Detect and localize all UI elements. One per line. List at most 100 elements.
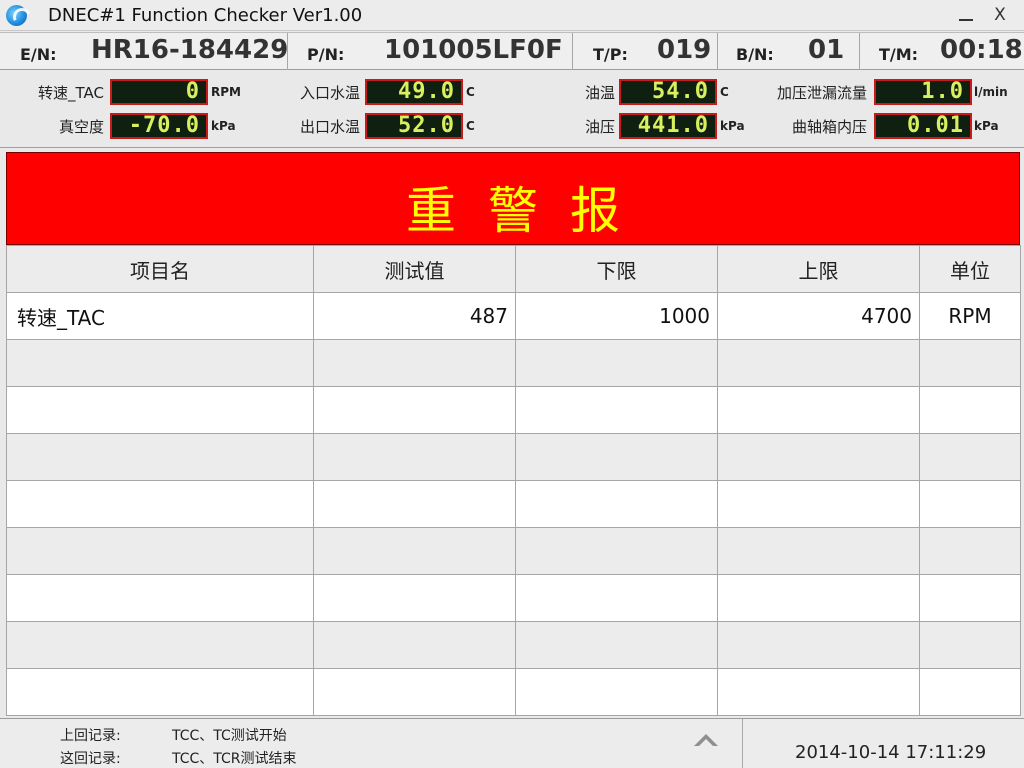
cell-item-name bbox=[6, 433, 314, 481]
alarm-banner: 重警报 bbox=[6, 152, 1020, 245]
col-header-test-value: 测试值 bbox=[313, 245, 516, 293]
sensor-unit: kPa bbox=[720, 119, 745, 133]
current-record-label: 这回记录: bbox=[60, 751, 121, 767]
table-row[interactable] bbox=[6, 621, 1021, 669]
sensor-label: 油温 bbox=[584, 84, 615, 102]
cell-item-name bbox=[6, 621, 314, 669]
cell-upper-limit bbox=[717, 480, 920, 528]
sensor-unit: RPM bbox=[211, 85, 241, 99]
sensor-oil-pressure: 油压 441.0 kPa bbox=[520, 113, 770, 139]
part-number-cell: P/N: 101005LF0F bbox=[288, 33, 573, 70]
cell-unit bbox=[919, 386, 1021, 434]
sensor-outlet-water-temp: 出口水温 52.0 C bbox=[270, 113, 520, 139]
test-point-value: 019 bbox=[657, 35, 712, 65]
header-info-bar: E/N: HR16-184429 P/N: 101005LF0F T/P: 01… bbox=[0, 32, 1024, 70]
cell-test-value bbox=[313, 574, 516, 622]
cell-lower-limit: 1000 bbox=[515, 292, 718, 340]
datetime-display: 2014-10-14 17:11:29 bbox=[795, 742, 987, 763]
sensor-vacuum: 真空度 -70.0 kPa bbox=[0, 113, 270, 139]
table-row[interactable]: 转速_TAC 487 1000 4700 RPM bbox=[6, 292, 1021, 340]
table-header-row: 项目名 测试值 下限 上限 单位 bbox=[6, 245, 1021, 293]
cell-lower-limit bbox=[515, 527, 718, 575]
cell-unit bbox=[919, 574, 1021, 622]
batch-number-value: 01 bbox=[808, 35, 845, 65]
table-row[interactable] bbox=[6, 433, 1021, 481]
cell-test-value bbox=[313, 339, 516, 387]
table-row[interactable] bbox=[6, 480, 1021, 528]
table-row[interactable] bbox=[6, 527, 1021, 575]
cell-item-name bbox=[6, 386, 314, 434]
cell-lower-limit bbox=[515, 339, 718, 387]
cell-unit bbox=[919, 621, 1021, 669]
cell-item-name bbox=[6, 574, 314, 622]
engine-number-cell: E/N: HR16-184429 bbox=[0, 33, 288, 70]
cell-unit: RPM bbox=[919, 292, 1021, 340]
engine-number-value: HR16-184429 bbox=[91, 35, 289, 65]
test-point-cell: T/P: 019 bbox=[573, 33, 718, 70]
sensor-label: 出口水温 bbox=[299, 118, 360, 136]
cell-lower-limit bbox=[515, 386, 718, 434]
part-number-label: P/N: bbox=[307, 45, 345, 64]
sensor-display: 441.0 bbox=[619, 113, 717, 139]
sensor-rpm: 转速_TAC 0 RPM bbox=[0, 79, 270, 105]
sensor-label: 入口水温 bbox=[299, 84, 360, 102]
sensor-display: 52.0 bbox=[365, 113, 463, 139]
cell-test-value bbox=[313, 668, 516, 716]
current-record-value: TCC、TCR测试结束 bbox=[172, 751, 297, 767]
minimize-button[interactable] bbox=[953, 3, 979, 27]
sensor-inlet-water-temp: 入口水温 49.0 C bbox=[270, 79, 520, 105]
sensor-display: 0.01 bbox=[874, 113, 972, 139]
batch-number-cell: B/N: 01 bbox=[718, 33, 860, 70]
table-row[interactable] bbox=[6, 339, 1021, 387]
cell-item-name bbox=[6, 668, 314, 716]
cell-upper-limit bbox=[717, 527, 920, 575]
previous-record-label: 上回记录: bbox=[60, 728, 121, 744]
sensor-display: 0 bbox=[110, 79, 208, 105]
cell-upper-limit bbox=[717, 621, 920, 669]
cell-test-value: 487 bbox=[313, 292, 516, 340]
cell-lower-limit bbox=[515, 480, 718, 528]
cell-lower-limit bbox=[515, 621, 718, 669]
table-row[interactable] bbox=[6, 574, 1021, 622]
previous-record-value: TCC、TC测试开始 bbox=[172, 728, 287, 744]
cell-item-name bbox=[6, 339, 314, 387]
col-header-upper-limit: 上限 bbox=[717, 245, 920, 293]
minimize-icon bbox=[959, 19, 973, 21]
cell-lower-limit bbox=[515, 574, 718, 622]
cell-unit bbox=[919, 433, 1021, 481]
sensor-panel: 转速_TAC 0 RPM 入口水温 49.0 C 油温 54.0 C 加压泄漏流… bbox=[0, 71, 1024, 148]
cell-upper-limit bbox=[717, 386, 920, 434]
cell-unit bbox=[919, 527, 1021, 575]
sensor-leak-flow: 加压泄漏流量 1.0 l/min bbox=[760, 79, 1024, 105]
col-header-unit: 单位 bbox=[919, 245, 1021, 293]
cell-upper-limit bbox=[717, 574, 920, 622]
cell-upper-limit: 4700 bbox=[717, 292, 920, 340]
sensor-unit: kPa bbox=[211, 119, 236, 133]
sensor-unit: C bbox=[720, 85, 729, 99]
sensor-label: 加压泄漏流量 bbox=[776, 84, 867, 102]
cell-item-name: 转速_TAC bbox=[6, 292, 314, 340]
col-header-lower-limit: 下限 bbox=[515, 245, 718, 293]
sensor-label: 油压 bbox=[584, 118, 615, 136]
sensor-unit: l/min bbox=[974, 85, 1008, 99]
col-header-item-name: 项目名 bbox=[6, 245, 314, 293]
cell-lower-limit bbox=[515, 433, 718, 481]
sensor-display: 49.0 bbox=[365, 79, 463, 105]
test-point-label: T/P: bbox=[593, 45, 628, 64]
sensor-display: 54.0 bbox=[619, 79, 717, 105]
cell-upper-limit bbox=[717, 433, 920, 481]
table-row[interactable] bbox=[6, 386, 1021, 434]
test-time-label: T/M: bbox=[879, 45, 919, 64]
cell-item-name bbox=[6, 480, 314, 528]
status-footer: 上回记录: TCC、TC测试开始 这回记录: TCC、TCR测试结束 2014-… bbox=[0, 718, 1024, 768]
chevron-up-icon[interactable] bbox=[694, 734, 718, 750]
sensor-display: -70.0 bbox=[110, 113, 208, 139]
test-time-value: 00:18 bbox=[940, 35, 1023, 65]
batch-number-label: B/N: bbox=[736, 45, 774, 64]
sensor-label: 曲轴箱内压 bbox=[791, 118, 867, 136]
cell-lower-limit bbox=[515, 668, 718, 716]
table-row[interactable] bbox=[6, 668, 1021, 716]
cell-unit bbox=[919, 339, 1021, 387]
window-title: DNEC#1 Function Checker Ver1.00 bbox=[48, 5, 363, 26]
close-button[interactable]: X bbox=[987, 5, 1013, 29]
